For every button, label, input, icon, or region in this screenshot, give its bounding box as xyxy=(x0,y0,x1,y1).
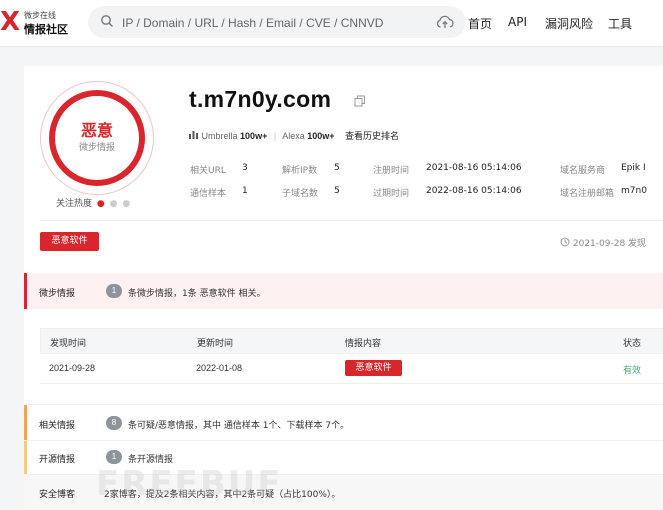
weibu-intel-section[interactable]: 微步情报 1 条微步情报，1条 恶意软件 相关。 xyxy=(24,273,663,309)
verdict-source: 微步情报 xyxy=(78,143,115,153)
count-badge: 1 xyxy=(106,284,122,298)
clock-icon xyxy=(560,237,570,249)
verdict-label: 恶意 xyxy=(80,121,113,140)
upload-cloud-icon[interactable] xyxy=(436,15,454,34)
comm-sample-value[interactable]: 1 xyxy=(242,186,248,196)
col-found-time: 发现时间 xyxy=(50,339,87,349)
malware-tag[interactable]: 恶意软件 xyxy=(40,232,99,251)
attention-heat: 关注热度 ● ● ● xyxy=(56,196,130,209)
count-badge: 1 xyxy=(106,450,122,464)
resolved-ip-label: 解析IP数 xyxy=(282,166,318,176)
logo-title[interactable]: 情报社区 xyxy=(24,21,68,37)
related-intel-section[interactable]: 相关情报 8 条可疑/恶意情报，其中 通信样本 1个、下载样本 7个。 xyxy=(24,404,663,441)
heat-label: 关注热度 xyxy=(56,199,93,209)
found-time-cell: 2021-09-28 xyxy=(49,363,96,373)
updated-time-cell: 2022-01-08 xyxy=(196,363,243,373)
section-accent-bar xyxy=(24,405,27,441)
malware-tag[interactable]: 恶意软件 xyxy=(345,360,402,376)
reg-email-label: 域名注册邮箱 xyxy=(560,189,615,199)
registrar-label: 域名服务商 xyxy=(560,166,606,176)
intel-table-header: 发现时间 更新时间 情报内容 状态 xyxy=(40,328,663,354)
nav-tools[interactable]: 工具 xyxy=(608,15,632,32)
nav-home[interactable]: 首页 xyxy=(468,15,492,32)
nav-api[interactable]: API xyxy=(508,15,527,29)
history-rank-link[interactable]: 查看历史排名 xyxy=(345,132,399,142)
related-url-label: 相关URL xyxy=(190,166,226,176)
col-updated-time: 更新时间 xyxy=(197,339,234,349)
verdict-circle: 恶意 微步情报 xyxy=(40,81,154,195)
logo-mark[interactable]: X xyxy=(0,8,20,36)
discover-date: 2021-09-28 发现 xyxy=(560,236,646,249)
table-row[interactable]: 2021-09-28 2022-01-08 恶意软件 有效 xyxy=(40,353,663,384)
alexa-value: 100w+ xyxy=(307,131,335,141)
section-accent-bar xyxy=(24,441,27,475)
subdomain-value[interactable]: 5 xyxy=(334,186,340,196)
watermark: FREEBUF xyxy=(96,464,283,504)
col-intel-content: 情报内容 xyxy=(345,339,382,349)
resolved-ip-value[interactable]: 5 xyxy=(334,163,340,173)
bar-chart-icon xyxy=(189,131,199,141)
flame-icon: ● xyxy=(109,199,118,209)
discover-date-text: 2021-09-28 发现 xyxy=(572,239,647,249)
umbrella-value: 100w+ xyxy=(240,131,268,141)
domain-title: t.m7n0y.com xyxy=(189,86,332,112)
divider-line xyxy=(40,220,663,221)
flame-icon: ● xyxy=(122,199,131,209)
registrar-value: Epik I xyxy=(621,163,646,173)
search-bar xyxy=(88,6,466,38)
related-intel-desc: 条可疑/恶意情报，其中 通信样本 1个、下载样本 7个。 xyxy=(128,421,350,431)
copy-icon[interactable] xyxy=(354,94,366,112)
comm-sample-label: 通信样本 xyxy=(190,189,227,199)
top-nav-bar: X 微步在线 情报社区 首页 API 漏洞风险 工具 xyxy=(0,0,663,47)
result-card: 恶意 微步情报 关注热度 ● ● ● t.m7n0y.com Umbrella … xyxy=(24,66,663,510)
weibu-intel-label: 微步情报 xyxy=(39,289,76,299)
reg-time-label: 注册时间 xyxy=(373,166,410,176)
security-blog-label: 安全博客 xyxy=(39,490,76,500)
subdomain-label: 子域名数 xyxy=(282,189,319,199)
count-badge: 8 xyxy=(106,416,122,430)
weibu-intel-desc: 条微步情报，1条 恶意软件 相关。 xyxy=(128,289,266,299)
col-status: 状态 xyxy=(623,339,642,349)
rank-row: Umbrella 100w+ | Alexa 100w+ 查看历史排名 xyxy=(189,129,399,142)
exp-time-label: 过期时间 xyxy=(373,189,410,199)
exp-time-value: 2022-08-16 05:14:06 xyxy=(426,186,522,196)
divider: | xyxy=(273,131,277,141)
logo-subtitle: 微步在线 xyxy=(24,11,56,20)
search-input[interactable] xyxy=(120,12,424,34)
related-intel-label: 相关情报 xyxy=(39,421,76,431)
nav-vuln-risk[interactable]: 漏洞风险 xyxy=(545,15,593,32)
reg-email-value: m7n0 xyxy=(621,186,647,196)
related-url-value[interactable]: 3 xyxy=(242,163,248,173)
alexa-label: Alexa xyxy=(282,131,305,141)
reg-time-value: 2021-08-16 05:14:06 xyxy=(426,163,522,173)
status-cell: 有效 xyxy=(623,365,642,375)
section-accent-bar xyxy=(24,273,27,309)
umbrella-label: Umbrella xyxy=(201,131,238,141)
search-icon[interactable] xyxy=(100,14,114,33)
flame-icon: ● xyxy=(96,199,105,209)
opensource-intel-label: 开源情报 xyxy=(39,455,76,465)
